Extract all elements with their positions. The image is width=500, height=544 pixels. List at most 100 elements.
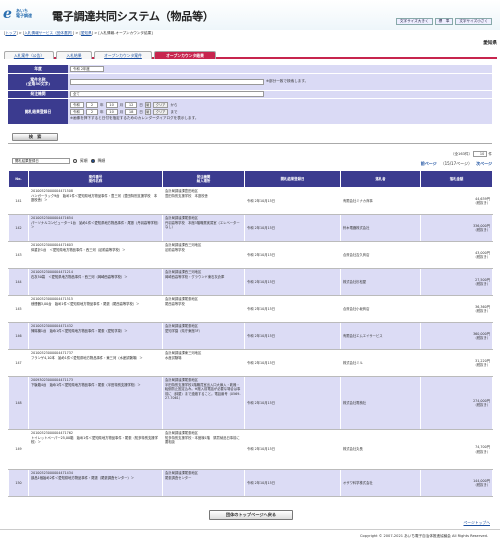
to-calendar-icon[interactable]: 曜 <box>144 109 151 115</box>
text-larger-button[interactable]: 文字サイズ大きく <box>395 18 433 25</box>
tax-note: （税抜き） <box>473 363 490 367</box>
tax-note: （税抜き） <box>473 403 490 407</box>
ordering-agency-select[interactable]: 全て <box>70 91 264 98</box>
tab-bid-notice[interactable]: 入札案件（公告） <box>4 51 54 59</box>
item-name-link[interactable]: トイレットペーパー25,00箱 始め1件＜愛知県地方物品事件・尾張（知多特別支援… <box>31 436 158 445</box>
ordering-agency-label: 発注機関 <box>8 90 68 98</box>
tab-bid-results[interactable]: 入札結果 <box>56 51 92 59</box>
delivery-place: 足助高等学校 <box>165 247 185 252</box>
sort-controls: 開札結果登録日 昇順 降順 <box>12 158 105 164</box>
next-page-link[interactable]: 次ページ <box>476 161 492 167</box>
result-date-label: 開札結果登録日 <box>8 99 68 124</box>
item-name-link[interactable]: ハンガーラック9台 始め1件＜愛知県地方物品事件・豊三河（豊田特別支援学校 本庭… <box>31 194 157 203</box>
col-agency: 発注機関 納入場所 <box>162 170 245 188</box>
row-no: 148 <box>8 376 29 430</box>
item-name-link[interactable]: 下駄箱4台 始め1件＜愛知県地方物品事件・尾張（半田特別支援学校）＞ <box>31 383 141 387</box>
table-row: 141 20100523000004471508 ハンガーラック9台 始め1件＜愛知… <box>8 187 493 215</box>
item-name-link[interactable]: 石灰50袋 ＜愛知県地方物品事件・西三河（岡崎西高等学校）＞ <box>31 275 128 279</box>
delivery-place: 豊田特別支援学校 本庭校舎 <box>165 193 208 198</box>
breadcrumb-prefecture[interactable]: 愛知県 <box>81 31 92 35</box>
item-name-input[interactable] <box>70 78 264 85</box>
item-name-link[interactable]: フランゲ4,10本 始め1件＜愛知県地方物品事件・東三河（水産試験場）＞ <box>31 356 143 360</box>
delivery-place: 尾張調査センター <box>165 475 192 480</box>
row-agency: 会計局調達課東三河地区 水産試験場 <box>162 349 245 377</box>
year-select[interactable]: 令和 2年度 <box>70 65 104 72</box>
row-date: 令和 2年10月15日 <box>244 295 341 323</box>
from-clear-button[interactable]: クリア <box>152 102 169 108</box>
col-winner: 落札者 <box>340 170 421 188</box>
row-no: 143 <box>8 241 29 269</box>
calendar-note: ※画像を押下すると日付を指定するためのカレンダーダイアログを表示します。 <box>70 116 199 120</box>
tab-open-counter-results[interactable]: オープンカウンタ結果 <box>154 51 216 59</box>
tax-note: （税抜き） <box>473 201 490 205</box>
text-size-controls: 文字サイズ大きく 標 準 文字サイズ小さく <box>395 18 492 25</box>
row-amount: 274,000円 （税抜き） <box>420 376 493 430</box>
table-row: 145 20100523000004471515 燻煙器3,00台 始め1件＜愛知県… <box>8 295 493 323</box>
delivery-place: 丹羽高等学校 本館3階職業実習室（エレベーターなし） <box>165 220 240 230</box>
item-name-link[interactable]: パーソナルコンピューター1台 始め1件＜愛知県地方物品事件・尾張（丹羽高等学校）… <box>31 221 159 230</box>
row-item: 20100523000004471432 掃除機1台 始め1件＜愛知県地方物品事件… <box>28 322 163 350</box>
item-name-link[interactable]: 部品1個始め2件＜愛知県地方物品事件・尾張（尾張調査センター）＞ <box>31 476 134 480</box>
page-info: （15/17ページ） <box>440 161 473 166</box>
tax-note: （税抜き） <box>473 483 490 487</box>
sort-descending-radio[interactable] <box>90 159 95 163</box>
tax-note: （税抜き） <box>473 255 490 259</box>
col-item[interactable]: 案件番号 案件名称 <box>28 170 163 188</box>
page-top-link[interactable]: ページトップへ <box>463 520 490 526</box>
row-item: 20100523000004471214 石灰50袋 ＜愛知県地方物品事件・西三河… <box>28 268 163 296</box>
row-item: 20100523000004471515 燻煙器3,00台 始め1件＜愛知県地方物… <box>28 295 163 323</box>
row-agency: 会計局調達課尾張地区 尾張調査センター <box>162 469 245 497</box>
item-name-link[interactable]: 体重計1台 ＜愛知県地方物品事件・西三河（足助高等学校）＞ <box>31 248 125 252</box>
from-year-input[interactable]: 2 <box>86 102 98 108</box>
to-era-select[interactable]: 令和 <box>70 109 84 115</box>
per-page-select[interactable]: 10 <box>473 151 488 157</box>
sort-ascending-radio[interactable] <box>73 159 77 163</box>
row-agency: 会計局調達課尾張地区 半田特別支援学校1階職員室出入口大扉入・乾燥・転倒防止固定込… <box>162 376 245 430</box>
date-from-row: 令和 2年 10 月 12 日 曜 クリア から <box>70 102 178 108</box>
delivery-place: 愛知学園（県庁東館3F） <box>165 328 202 333</box>
search-button[interactable]: 検 索 <box>12 133 58 141</box>
row-winner: 鈴木電器株式会社 <box>340 214 421 242</box>
row-date: 令和 2年10月15日 <box>244 469 341 497</box>
footer-copyright: Copyright © 2007-2021 あいち電子自治体推進協議会 All … <box>0 529 500 544</box>
date-to-row: 令和 2年 10 月 18 日 曜 クリア まで <box>70 109 178 115</box>
row-agency: 会計局調達課尾張地区 知多特別支援学校・本館棟1階 購買納品日事前に要相談 <box>162 429 245 470</box>
text-smaller-button[interactable]: 文字サイズ小さく <box>455 18 492 25</box>
to-clear-button[interactable]: クリア <box>152 109 169 115</box>
row-winner: 株式会社ミル <box>340 349 421 377</box>
breadcrumb-top[interactable]: トップ <box>5 31 16 35</box>
from-month-input[interactable]: 10 <box>105 102 118 108</box>
from-day-input[interactable]: 12 <box>125 102 138 108</box>
item-name-link[interactable]: 燻煙器3,00台 始め1件＜愛知県地方物品事件・尾張（尾西高等学校）＞ <box>31 302 139 306</box>
back-to-group-top-button[interactable]: 団体のトップページへ戻る <box>209 510 293 520</box>
row-date: 令和 2年10月15日 <box>244 429 341 470</box>
row-no: 142 <box>8 214 29 242</box>
row-item: 20100523000004471654 パーソナルコンピューター1台 始め1件＜… <box>28 214 163 242</box>
to-month-input[interactable]: 10 <box>105 109 118 115</box>
table-row: 150 20100523000004471434 部品1個始め2件＜愛知県地方物品事… <box>8 469 493 497</box>
delivery-place: 知多特別支援学校・本館棟1階 購買納品日事前に要相談 <box>165 435 240 445</box>
text-standard-button[interactable]: 標 準 <box>434 18 454 25</box>
sort-select[interactable]: 開札結果登録日 <box>12 158 70 164</box>
col-amount: 落札金額 <box>420 170 493 188</box>
row-date: 令和 2年10月15日 <box>244 268 341 296</box>
breadcrumb-current: 入札情報-オープンカウンタ結果 <box>99 31 152 35</box>
to-day-input[interactable]: 18 <box>125 109 138 115</box>
row-amount: 360,000円 （税抜き） <box>420 322 493 350</box>
row-agency: 会計局調達課豊田地区 豊田特別支援学校 本庭校舎 <box>162 187 245 215</box>
breadcrumb: [トップ] > [入札情報サービス（団体選択）] > [愛知県] > [入札情報… <box>4 31 153 35</box>
table-row: 149 20100523000004471762 トイレットペーパー25,00箱 始… <box>8 429 493 470</box>
to-year-input[interactable]: 2 <box>86 109 98 115</box>
from-era-select[interactable]: 令和 <box>70 102 84 108</box>
row-no: 149 <box>8 429 29 470</box>
tab-open-counter[interactable]: オープンカウンタ案件 <box>94 51 152 59</box>
prev-page-link[interactable]: 前ページ <box>421 161 437 167</box>
row-no: 150 <box>8 469 29 497</box>
breadcrumb-group-select[interactable]: 入札情報サービス（団体選択） <box>24 31 73 35</box>
delivery-place: 尾西高等学校 <box>165 301 185 306</box>
prefecture-name: 愛知県 <box>483 41 497 46</box>
row-winner: 有限会社エムエイサービス <box>340 322 421 350</box>
from-calendar-icon[interactable]: 曜 <box>144 102 151 108</box>
results-table: No. 案件番号 案件名称 発注機関 納入場所 開札結果登録日 落札者 落札金額… <box>8 170 493 497</box>
item-name-link[interactable]: 掃除機1台 始め1件＜愛知県地方物品事件・尾張（愛知学泉）＞ <box>31 329 128 333</box>
